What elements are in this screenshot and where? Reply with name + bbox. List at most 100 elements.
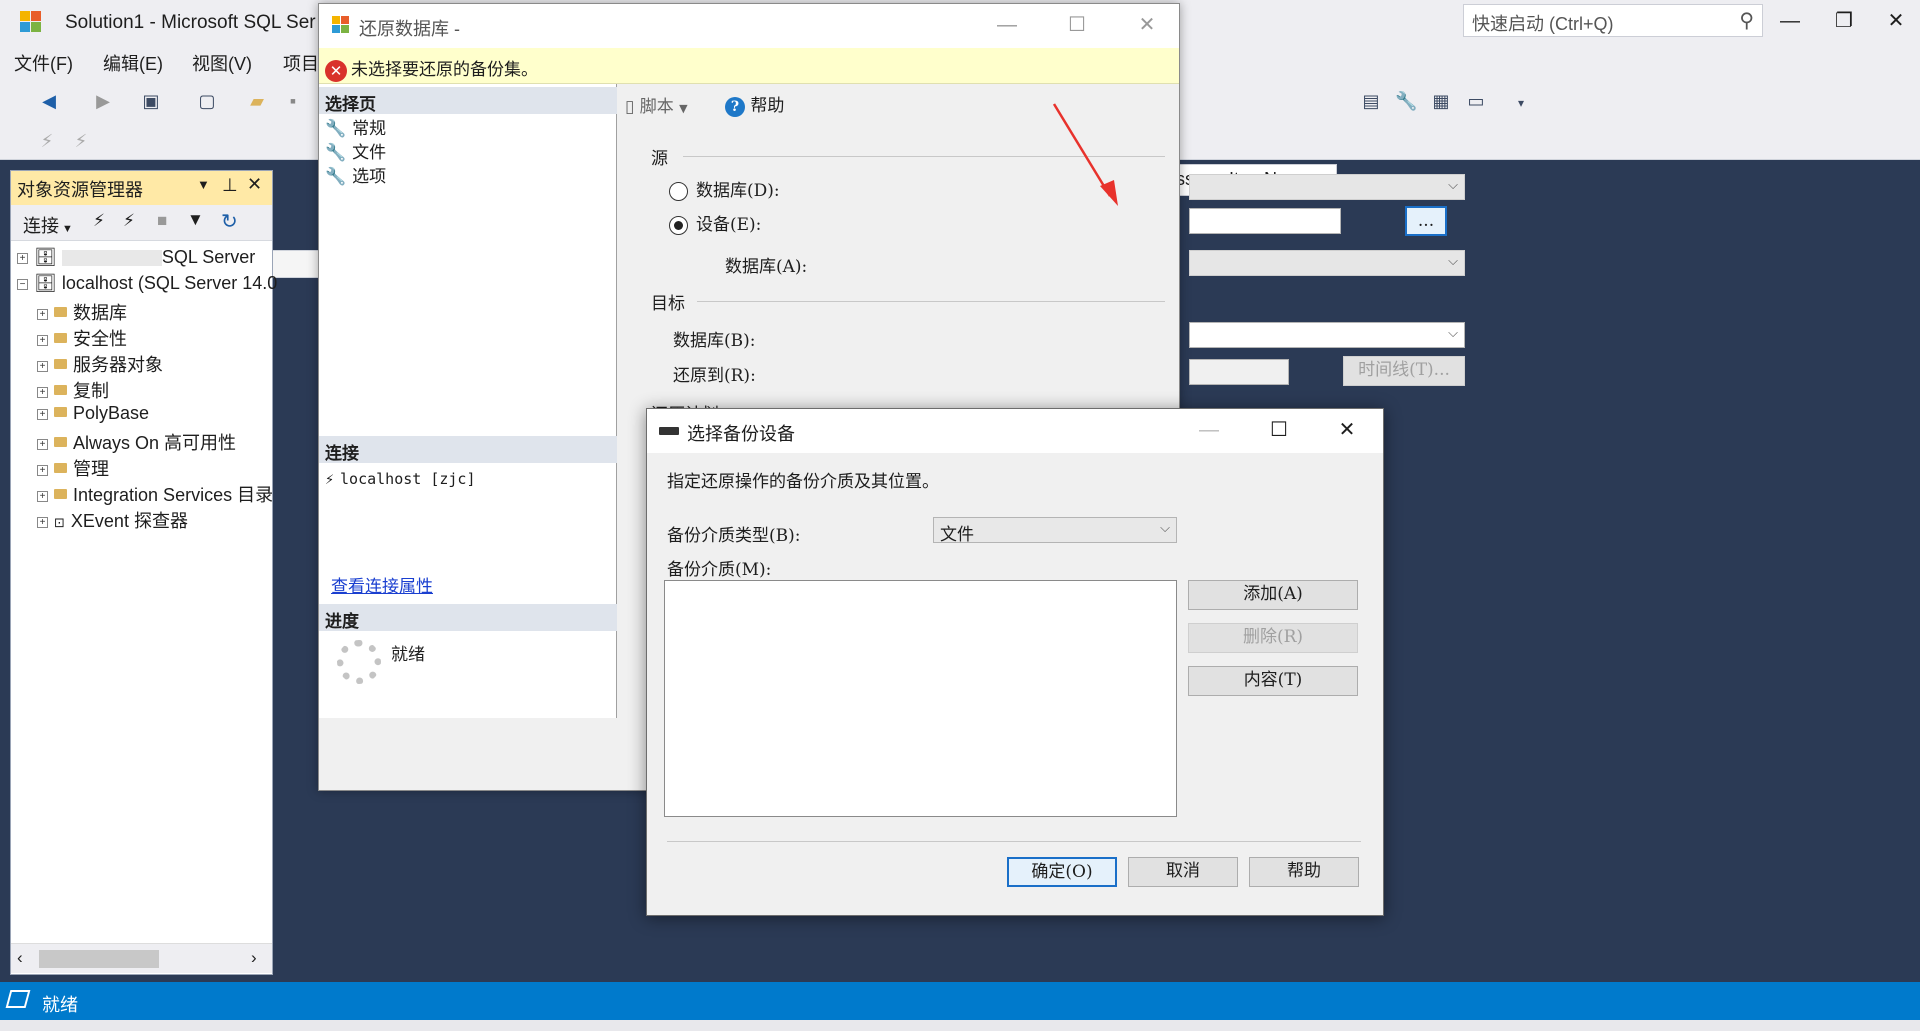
chevron-down-icon: ⌵ (1160, 521, 1170, 536)
minimize-button[interactable]: — (1770, 6, 1810, 36)
tree-node-label: Integration Services 目录 (73, 485, 272, 505)
expand-icon[interactable]: + (17, 252, 28, 264)
expand-icon[interactable]: + (37, 308, 48, 320)
backup-dialog-title: 选择备份设备 (687, 424, 795, 444)
expand-icon[interactable]: + (37, 408, 48, 420)
terminal-icon[interactable]: ▭ (1465, 90, 1487, 112)
close-icon[interactable]: ✕ (247, 174, 262, 195)
disconnect-icon[interactable]: ⚡ (70, 130, 92, 152)
script-button[interactable]: ▯ 脚本 ▼ (625, 92, 688, 117)
tree-node-polybase[interactable]: + PolyBase (37, 403, 149, 429)
filter-icon[interactable]: ▼ (187, 210, 204, 230)
object-explorer-panel: 对象资源管理器 ▼ ⊥ ✕ 连接 ▼ ⚡ ⚡ ■ ▼ ↻ + 🗄 SQL Serv… (10, 170, 277, 975)
restore-to-input[interactable] (1189, 359, 1289, 385)
stop-icon[interactable]: ■ (157, 211, 167, 231)
backup-minimize-button[interactable]: — (1189, 415, 1229, 445)
tree-node-server-remote[interactable]: + 🗄 SQL Server (17, 247, 255, 273)
tree-node-replication[interactable]: + 复制 (37, 377, 109, 403)
menu-file[interactable]: 文件(F) (14, 50, 73, 76)
restore-dialog-title: 还原数据库 - (359, 19, 460, 39)
restore-minimize-button[interactable]: — (987, 10, 1027, 40)
disconnect-plug-icon[interactable]: ⚡ (123, 211, 135, 231)
backup-close-button[interactable]: ✕ (1327, 415, 1367, 445)
device-path-input[interactable] (1189, 208, 1341, 234)
toolbox-icon[interactable]: ▦ (1430, 90, 1452, 112)
pin-icon[interactable]: ⊥ (222, 175, 238, 196)
page-label: 文件 (352, 143, 387, 163)
close-button[interactable]: ✕ (1876, 6, 1916, 36)
quick-launch-input[interactable]: 快速启动 (Ctrl+Q) ⚲ (1463, 4, 1763, 37)
tree-node-xevent[interactable]: + ⊡ XEvent 探查器 (37, 507, 188, 533)
page-options[interactable]: 🔧 选项 (325, 162, 386, 187)
refresh-icon[interactable]: ↻ (221, 209, 238, 234)
radio-database-option[interactable]: 数据库(D): (669, 176, 780, 201)
backup-maximize-button[interactable]: ☐ (1259, 415, 1299, 445)
scroll-left-icon[interactable]: ‹ (17, 948, 23, 968)
dropdown-icon[interactable]: ▼ (197, 177, 210, 192)
tree-node-management[interactable]: + 管理 (37, 455, 109, 481)
menu-view[interactable]: 视图(V) (192, 50, 252, 76)
back-icon[interactable]: ◀ (38, 90, 60, 112)
radio-device-option[interactable]: 设备(E): (669, 210, 761, 235)
expand-icon[interactable]: + (37, 334, 48, 346)
status-icon (5, 990, 31, 1008)
expand-icon[interactable]: + (37, 438, 48, 450)
save-icon[interactable]: ▪ (282, 90, 304, 112)
tree-node-databases[interactable]: + 数据库 (37, 299, 127, 325)
new-project-icon[interactable]: ▣ (140, 90, 162, 112)
folder-icon (54, 489, 67, 500)
expand-icon[interactable]: + (37, 386, 48, 398)
object-explorer-header: 对象资源管理器 ▼ ⊥ ✕ (11, 171, 272, 205)
expand-icon[interactable]: + (37, 464, 48, 476)
radio-database[interactable] (669, 182, 688, 201)
ok-button[interactable]: 确定(O) (1007, 857, 1117, 887)
toolbar-overflow-icon[interactable]: ▾ (1510, 92, 1532, 114)
connect-plug-icon[interactable]: ⚡ (93, 211, 105, 231)
help-button[interactable]: ? 帮助 (725, 91, 784, 117)
browse-device-button[interactable]: ... (1405, 206, 1447, 236)
new-item-icon[interactable]: ▢ (196, 90, 218, 112)
timeline-button[interactable]: 时间线(T)... (1343, 356, 1465, 386)
backup-media-list[interactable] (664, 580, 1177, 817)
restore-maximize-button[interactable]: ☐ (1057, 10, 1097, 40)
object-explorer-title: 对象资源管理器 (17, 180, 143, 200)
page-files[interactable]: 🔧 文件 (325, 138, 386, 163)
media-type-combo[interactable]: 文件 ⌵ (933, 517, 1177, 545)
device-database-combo[interactable]: ⌵ (1189, 250, 1465, 276)
tree-node-server-localhost[interactable]: − 🗄 localhost (SQL Server 14.0 (17, 273, 277, 299)
contents-button[interactable]: 内容(T) (1188, 666, 1358, 696)
scroll-thumb[interactable] (39, 950, 159, 968)
tree-node-security[interactable]: + 安全性 (37, 325, 127, 351)
menu-edit[interactable]: 编辑(E) (103, 50, 163, 76)
cancel-button[interactable]: 取消 (1128, 857, 1238, 887)
target-database-combo[interactable]: ⌵ (1189, 322, 1465, 348)
horizontal-scrollbar[interactable]: ‹ › (11, 943, 272, 973)
tree-node-server-objects[interactable]: + 服务器对象 (37, 351, 163, 377)
scroll-right-icon[interactable]: › (251, 948, 257, 968)
help-dialog-button[interactable]: 帮助 (1249, 857, 1359, 887)
media-list-label: 备份介质(M): (667, 560, 772, 580)
status-text: 就绪 (42, 995, 78, 1015)
tree-node-always-on[interactable]: + Always On 高可用性 (37, 429, 236, 455)
radio-device[interactable] (669, 216, 688, 235)
plug-icon[interactable]: ⚡ (36, 130, 58, 152)
add-media-button[interactable]: 添加(A) (1188, 580, 1358, 610)
page-general[interactable]: 🔧 常规 (325, 114, 386, 139)
open-folder-icon[interactable]: ▰ (246, 90, 268, 112)
wrench-icon[interactable]: 🔧 (1395, 90, 1417, 112)
view-connection-properties-link[interactable]: 查看连接属性 (331, 572, 433, 597)
menu-project[interactable]: 项目 (283, 50, 319, 76)
select-backup-devices-dialog: 选择备份设备 — ☐ ✕ 指定还原操作的备份介质及其位置。 备份介质类型(B):… (646, 408, 1384, 916)
forward-icon[interactable]: ▶ (92, 90, 114, 112)
expand-icon[interactable]: + (37, 360, 48, 372)
connect-button[interactable]: 连接 ▼ (23, 212, 73, 238)
solution-icon[interactable]: ▤ (1360, 90, 1382, 112)
remove-media-button[interactable]: 删除(R) (1188, 623, 1358, 653)
expand-icon[interactable]: + (37, 490, 48, 502)
collapse-icon[interactable]: − (17, 278, 28, 290)
taskbar-strip (0, 1020, 1920, 1031)
expand-icon[interactable]: + (37, 516, 48, 528)
restore-close-button[interactable]: ✕ (1127, 10, 1167, 40)
tree-node-integration-services[interactable]: + Integration Services 目录 (37, 481, 272, 507)
restore-button[interactable]: ❐ (1824, 6, 1864, 36)
